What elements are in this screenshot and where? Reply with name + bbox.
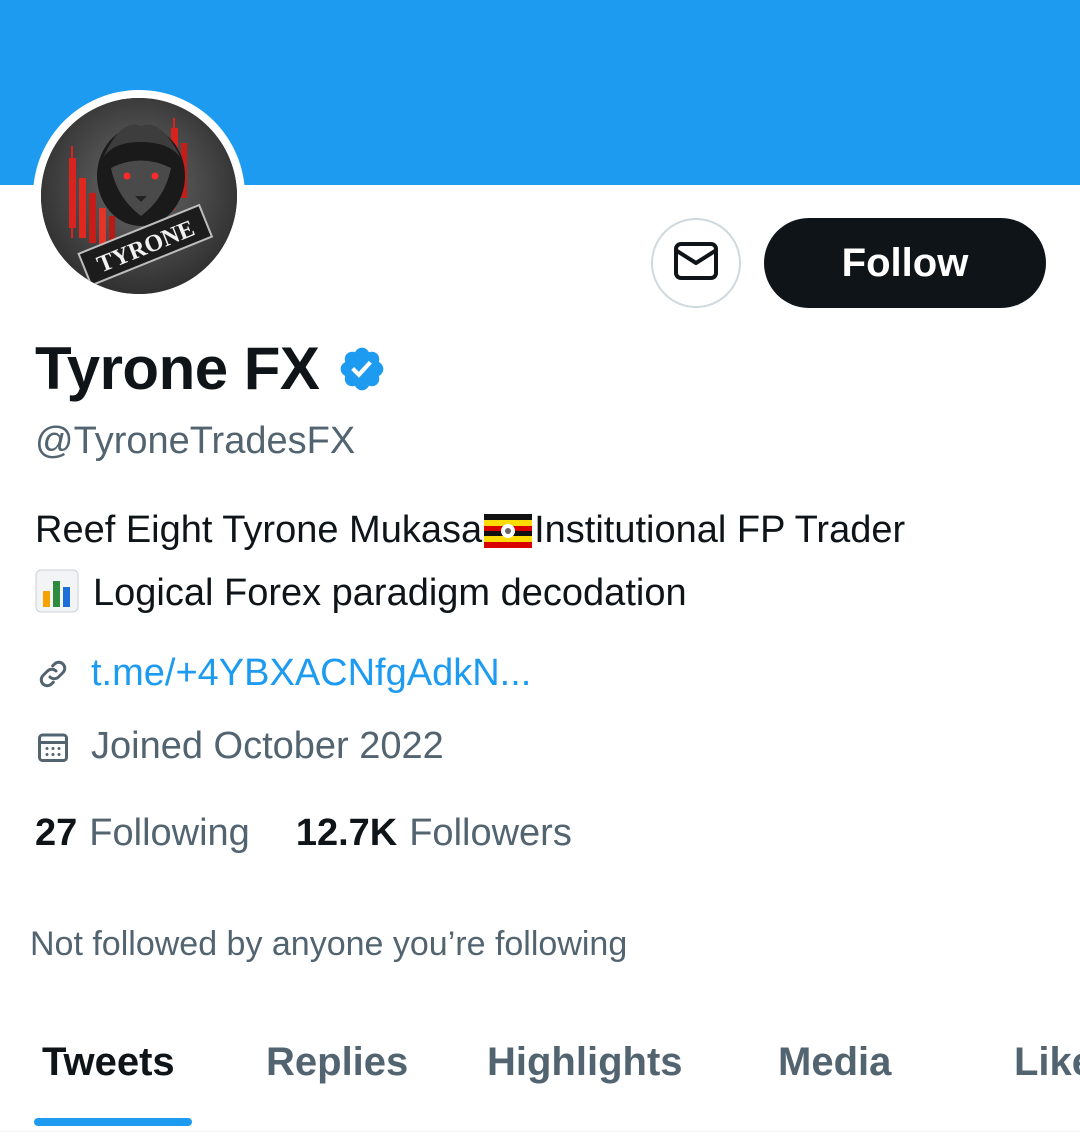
handle: @TyroneTradesFX (35, 420, 356, 462)
bio-text-after-flag: Institutional FP Trader (534, 509, 906, 551)
bio-text-line-2: Logical Forex paradigm decodation (93, 572, 687, 614)
calendar-icon (35, 729, 71, 765)
bar-chart-icon (35, 569, 79, 630)
tab-media[interactable]: Media (778, 1040, 891, 1085)
profile-page: TYRONE Follow Tyrone FX @TyroneTradesFX … (0, 0, 1080, 1132)
message-button[interactable] (651, 218, 741, 308)
joined-date: Joined October 2022 (35, 725, 444, 768)
followers-label: Followers (409, 812, 572, 854)
tab-replies[interactable]: Replies (266, 1040, 408, 1085)
bio-line-1: Reef Eight Tyrone Mukasa Institutional FP… (35, 502, 1045, 565)
profile-tabs: Tweets Replies Highlights Media Likes (0, 1030, 1080, 1132)
bio: Reef Eight Tyrone Mukasa Institutional FP… (35, 502, 1045, 630)
envelope-icon (673, 241, 719, 286)
active-tab-indicator (34, 1118, 192, 1126)
uganda-flag-icon (484, 508, 533, 565)
profile-link-text[interactable]: t.me/+4YBXACNfgAdkN... (91, 652, 531, 695)
name-row: Tyrone FX (35, 333, 387, 405)
profile-link[interactable]: t.me/+4YBXACNfgAdkN... (35, 652, 531, 695)
followers-count: 12.7K (295, 812, 398, 854)
tab-tweets[interactable]: Tweets (42, 1040, 175, 1085)
following-link[interactable]: 27 Following (35, 812, 250, 855)
follow-button[interactable]: Follow (764, 218, 1046, 308)
bio-text-before-flag: Reef Eight Tyrone Mukasa (35, 509, 483, 551)
tab-highlights[interactable]: Highlights (487, 1040, 683, 1085)
verified-badge-icon[interactable] (337, 344, 387, 399)
link-icon (35, 656, 71, 692)
tab-likes[interactable]: Likes (1014, 1040, 1080, 1085)
lion-trading-logo-icon: TYRONE (41, 98, 237, 294)
following-label: Following (89, 812, 250, 854)
follow-stats: 27 Following 12.7K Followers (35, 812, 572, 855)
following-count: 27 (35, 812, 78, 854)
not-followed-notice: Not followed by anyone you’re following (30, 925, 628, 963)
joined-text: Joined October 2022 (91, 725, 444, 767)
bio-line-2: Logical Forex paradigm decodation (35, 565, 1045, 630)
followers-link[interactable]: 12.7K Followers (296, 812, 572, 855)
display-name: Tyrone FX (35, 335, 320, 402)
avatar[interactable]: TYRONE (33, 90, 245, 302)
